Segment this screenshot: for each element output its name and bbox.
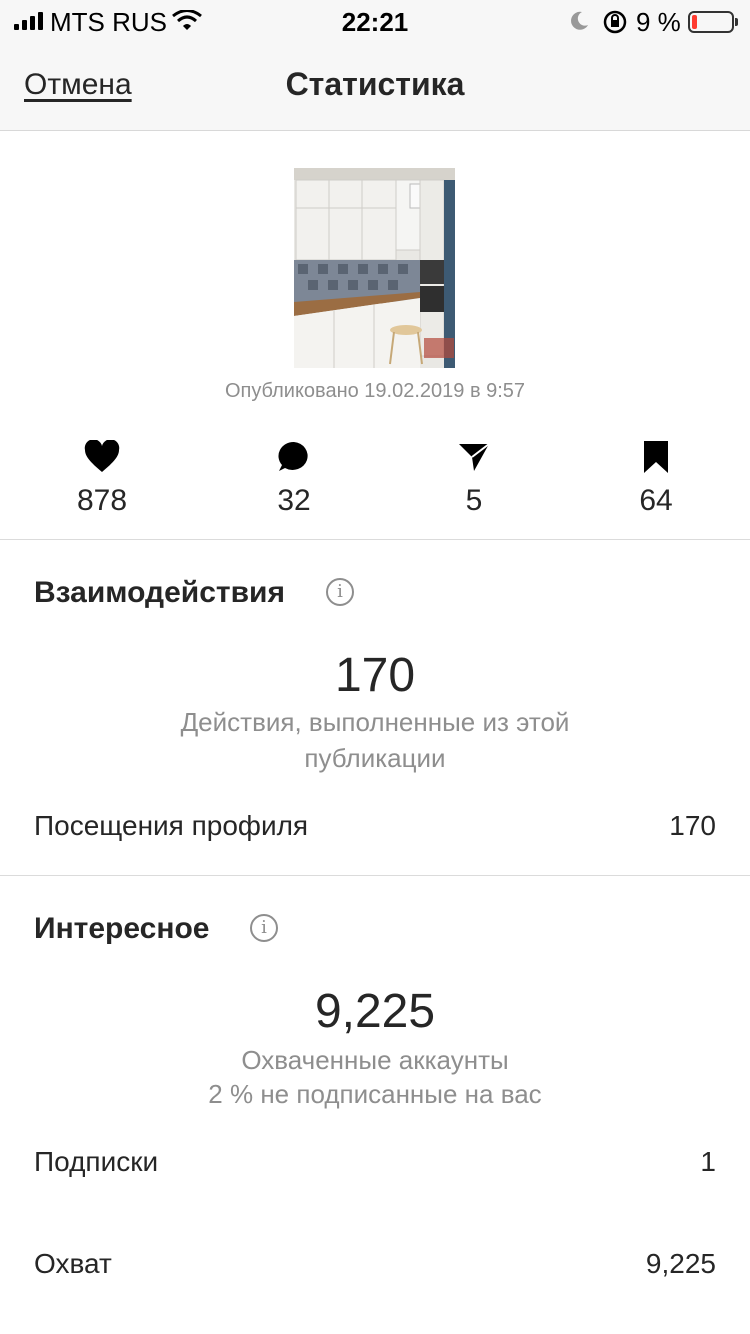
info-icon[interactable]: i (250, 914, 278, 942)
battery-percent: 9 % (636, 7, 681, 37)
moon-icon (571, 11, 588, 30)
accounts-reached-caption: Охваченные аккаунты (241, 1045, 509, 1075)
reach-label: Охват (34, 1248, 112, 1279)
profile-visits-value: 170 (669, 810, 716, 841)
divider (0, 875, 750, 876)
battery-icon (688, 11, 738, 33)
non-followers-caption: 2 % не подписанные на вас (208, 1079, 542, 1109)
comment-icon (278, 441, 308, 471)
interactions-caption: Действия, выполненные из этой публикации (180, 707, 570, 773)
heart-icon (84, 440, 120, 472)
share-icon (459, 443, 490, 471)
rotation-lock-icon (603, 10, 627, 34)
comments-count: 32 (277, 484, 311, 517)
saves-count: 64 (639, 484, 673, 517)
divider (0, 539, 750, 540)
page-title: Статистика (285, 66, 465, 102)
shares-count: 5 (465, 484, 483, 517)
info-icon[interactable]: i (326, 578, 354, 606)
follows-value: 1 (700, 1146, 716, 1177)
follows-label: Подписки (34, 1146, 159, 1177)
interactions-total: 170 (334, 649, 416, 702)
likes-counter: 878 (42, 440, 162, 518)
bookmark-icon (644, 441, 668, 473)
status-bar: MTS RUS 22:21 9 % (0, 0, 750, 44)
comments-counter: 32 (234, 440, 354, 518)
likes-count: 878 (76, 484, 128, 517)
interactions-title: Взаимодействия (34, 576, 285, 609)
reach-value: 9,225 (645, 1248, 716, 1279)
shares-counter: 5 (414, 440, 534, 518)
discovery-title: Интересное (34, 912, 210, 945)
profile-visits-label: Посещения профиля (34, 810, 309, 841)
saves-counter: 64 (596, 440, 716, 518)
nav-bar: Отмена Статистика (0, 44, 750, 131)
published-date: Опубликовано 19.02.2019 в 9:57 (224, 380, 526, 402)
post-thumbnail[interactable] (294, 168, 455, 368)
discovery-total: 9,225 (314, 985, 436, 1038)
